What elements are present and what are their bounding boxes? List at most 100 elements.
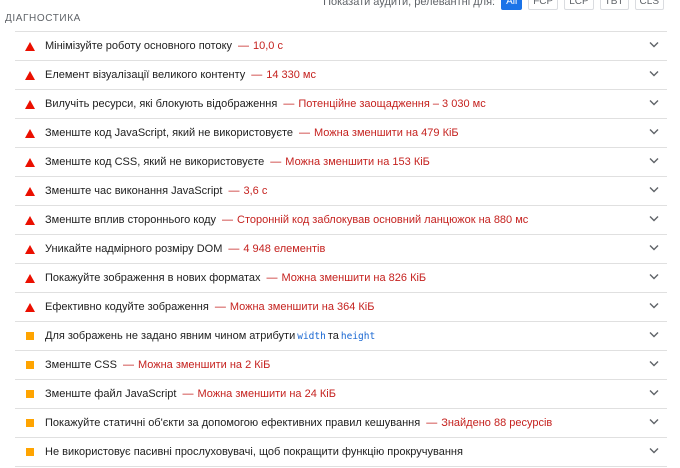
value-separator: — xyxy=(283,98,295,110)
audit-row[interactable]: Ефективно кодуйте зображення — Можна зменш… xyxy=(15,293,667,322)
value-separator: — xyxy=(299,127,311,139)
value-separator: — xyxy=(222,214,234,226)
value-separator: — xyxy=(228,243,240,255)
audit-row[interactable]: Зменште код CSS, який не використовуєте —… xyxy=(15,148,667,177)
audit-value: 14 330 мс xyxy=(266,69,316,81)
severity-shape xyxy=(25,273,35,283)
audit-title-mid: та xyxy=(327,330,339,342)
value-separator: — xyxy=(182,388,194,400)
audit-filter-label: Показати аудити, релевантні для: xyxy=(323,0,496,8)
audit-title-text: Покажуйте зображення в нових форматах xyxy=(45,272,261,284)
audit-value: Можна зменшити на 24 КіБ xyxy=(197,388,336,400)
audit-title-text: Уникайте надмірного розміру DOM xyxy=(45,243,223,255)
chevron-down-icon[interactable] xyxy=(649,186,659,193)
audit-row[interactable]: Зменште час виконання JavaScript —3,6 с xyxy=(15,177,667,206)
severity-shape xyxy=(25,41,35,51)
audit-filter: Показати аудити, релевантні для: All FCP… xyxy=(323,0,664,10)
code-attribute: height xyxy=(340,331,376,342)
value-separator: — xyxy=(214,301,226,313)
chevron-down-icon[interactable] xyxy=(649,244,659,251)
chevron-down-icon[interactable] xyxy=(649,70,659,77)
audit-row[interactable]: Вилучіть ресурси, які блокують відображе… xyxy=(15,90,667,119)
audit-value: Можна зменшити на 826 КіБ xyxy=(281,272,427,284)
chevron-down-icon[interactable] xyxy=(649,41,659,48)
audit-title: Вилучіть ресурси, які блокують відображе… xyxy=(45,98,277,110)
audit-row[interactable]: Не використовує пасивні прослуховувачі, … xyxy=(15,438,667,467)
severity-shape xyxy=(25,215,35,225)
filter-chip-tbt[interactable]: TBT xyxy=(599,0,629,10)
value-separator: — xyxy=(270,156,282,168)
chevron-down-icon[interactable] xyxy=(649,215,659,222)
audit-title-text: Зменште вплив стороннього коду xyxy=(45,214,217,226)
audit-title: Мінімізуйте роботу основного потоку xyxy=(45,40,232,52)
severity-shape xyxy=(25,99,35,109)
audit-row[interactable]: Мінімізуйте роботу основного потоку —10,0… xyxy=(15,32,667,61)
fail-triangle-icon xyxy=(15,128,45,138)
filter-chip-fcp[interactable]: FCP xyxy=(528,0,559,10)
fail-triangle-icon xyxy=(15,215,45,225)
chevron-down-icon[interactable] xyxy=(649,157,659,164)
severity-shape xyxy=(26,448,34,456)
audit-title: Зменште вплив стороннього коду xyxy=(45,214,216,226)
audit-title: Для зображень не задано явним чином атри… xyxy=(45,330,377,342)
audit-row[interactable]: Уникайте надмірного розміру DOM —4 948 ел… xyxy=(15,235,667,264)
filter-chip-cls[interactable]: CLS xyxy=(634,0,664,10)
audit-title-text: Зменште код CSS, який не використовуєте xyxy=(45,156,265,168)
filter-chip-all[interactable]: All xyxy=(501,0,523,10)
audit-title-text: Зменште CSS xyxy=(45,359,117,371)
chevron-down-icon[interactable] xyxy=(649,389,659,396)
audit-title-text: Мінімізуйте роботу основного потоку xyxy=(45,40,233,52)
audit-title: Ефективно кодуйте зображення xyxy=(45,301,209,313)
severity-shape xyxy=(26,332,34,340)
severity-shape xyxy=(25,244,35,254)
audit-value: Можна зменшити на 2 КіБ xyxy=(137,359,271,371)
severity-shape xyxy=(25,70,35,80)
audit-row[interactable]: Зменште CSS — Можна зменшити на 2 КіБ xyxy=(15,351,667,380)
audit-value: 3,6 с xyxy=(243,185,268,197)
chevron-down-icon[interactable] xyxy=(649,273,659,280)
average-square-icon xyxy=(15,448,45,456)
fail-triangle-icon xyxy=(15,186,45,196)
audit-title-text: Вилучіть ресурси, які блокують відображе… xyxy=(45,98,278,110)
fail-triangle-icon xyxy=(15,273,45,283)
audit-title-text: Зменште час виконання JavaScript xyxy=(45,185,223,197)
chevron-down-icon[interactable] xyxy=(649,360,659,367)
fail-triangle-icon xyxy=(15,70,45,80)
chevron-down-icon[interactable] xyxy=(649,128,659,135)
value-separator: — xyxy=(122,359,134,371)
audit-row[interactable]: Елемент візуалізації великого контенту —1… xyxy=(15,61,667,90)
audit-title-text: Для зображень не задано явним чином атри… xyxy=(45,330,296,342)
audit-row[interactable]: Для зображень не задано явним чином атри… xyxy=(15,322,667,351)
chevron-down-icon[interactable] xyxy=(649,447,659,454)
chevron-down-icon[interactable] xyxy=(649,302,659,309)
fail-triangle-icon xyxy=(15,99,45,109)
severity-shape xyxy=(25,128,35,138)
audit-row[interactable]: Зменште файл JavaScript — Можна зменшити н… xyxy=(15,380,667,409)
audit-title: Покажуйте зображення в нових форматах xyxy=(45,272,261,284)
value-separator: — xyxy=(266,272,278,284)
code-attribute: width xyxy=(297,331,326,342)
chevron-down-icon[interactable] xyxy=(649,418,659,425)
audit-title: Зменште код JavaScript, який не використ… xyxy=(45,127,293,139)
audit-row[interactable]: Зменште код JavaScript, який не використ… xyxy=(15,119,667,148)
chevron-down-icon[interactable] xyxy=(649,331,659,338)
audit-row[interactable]: Покажуйте статичні об'єкти за допомогою … xyxy=(15,409,667,438)
audit-list: Мінімізуйте роботу основного потоку —10,0… xyxy=(15,31,667,467)
fail-triangle-icon xyxy=(15,41,45,51)
audit-title-text: Зменште файл JavaScript xyxy=(45,388,177,400)
audit-row[interactable]: Покажуйте зображення в нових форматах — Мо… xyxy=(15,264,667,293)
value-separator: — xyxy=(228,185,240,197)
audit-value: Знайдено 88 ресурсів xyxy=(441,417,553,429)
section-title: ДІАГНОСТИКА xyxy=(5,13,81,24)
audit-title-text: Ефективно кодуйте зображення xyxy=(45,301,209,313)
value-separator: — xyxy=(238,40,250,52)
severity-shape xyxy=(26,361,34,369)
value-separator: — xyxy=(426,417,438,429)
audit-title: Елемент візуалізації великого контенту xyxy=(45,69,245,81)
audit-value: Сторонній код заблокував основний ланцюж… xyxy=(237,214,529,226)
average-square-icon xyxy=(15,361,45,369)
chevron-down-icon[interactable] xyxy=(649,99,659,106)
filter-chip-lcp[interactable]: LCP xyxy=(564,0,594,10)
audit-title: Уникайте надмірного розміру DOM xyxy=(45,243,222,255)
audit-row[interactable]: Зменште вплив стороннього коду — Сторонній… xyxy=(15,206,667,235)
